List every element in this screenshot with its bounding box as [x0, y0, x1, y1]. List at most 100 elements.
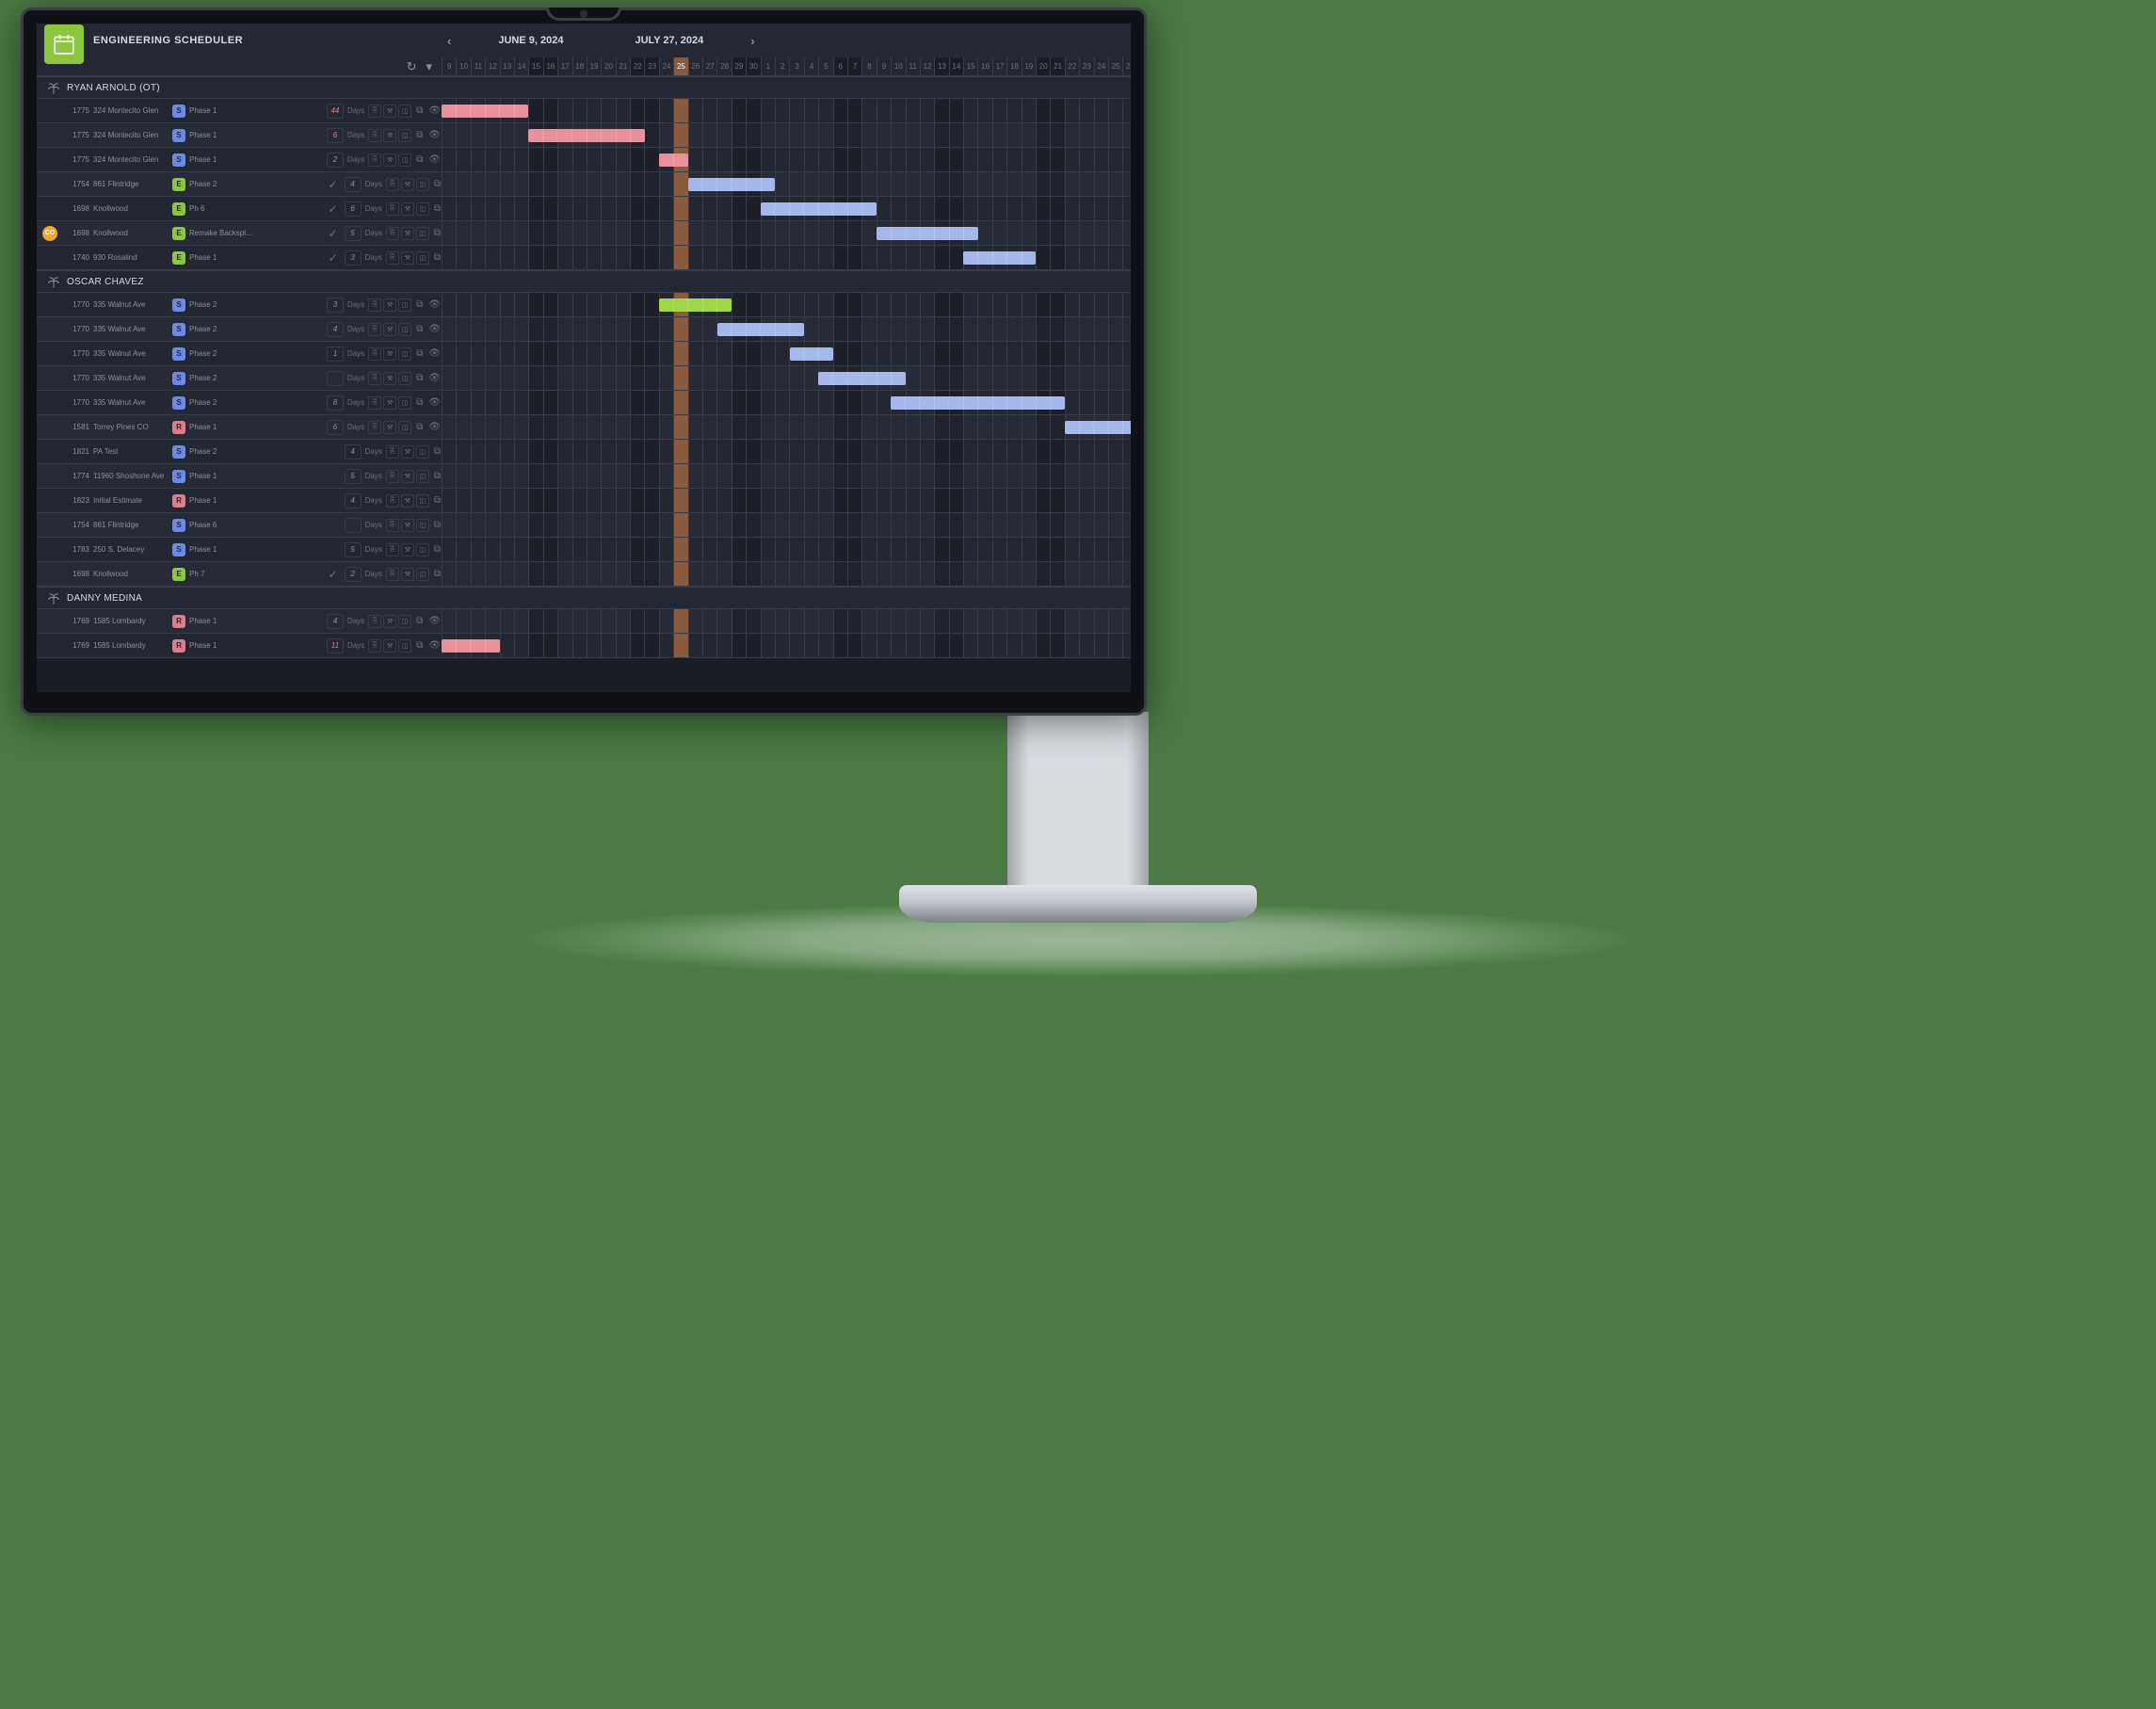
gantt-bar[interactable]: [659, 298, 732, 312]
day-header-cell[interactable]: 1: [761, 57, 775, 75]
link-icon[interactable]: ⧉: [433, 203, 442, 214]
note-icon[interactable]: ◫: [416, 178, 429, 191]
duration-box[interactable]: 4: [327, 322, 344, 337]
task-row-grid[interactable]: [442, 197, 1131, 220]
link-icon[interactable]: ⧉: [433, 569, 442, 579]
gantt-bar[interactable]: [963, 251, 1036, 265]
day-header-cell[interactable]: 22: [630, 57, 644, 75]
eye-icon[interactable]: 👁: [427, 299, 442, 310]
duration-box[interactable]: 4: [345, 177, 362, 192]
note-icon[interactable]: ◫: [416, 470, 429, 483]
duration-box[interactable]: 4: [327, 614, 344, 629]
tool-icon[interactable]: ⚒: [383, 372, 396, 385]
eye-icon[interactable]: 👁: [427, 130, 442, 140]
gantt-bar[interactable]: [717, 323, 804, 336]
gantt-bar[interactable]: [442, 639, 500, 653]
eye-icon[interactable]: 👁: [427, 348, 442, 359]
link-icon[interactable]: ⧉: [433, 228, 442, 238]
task-row[interactable]: 1770335 Walnut AveSPhase 2Days⎘⚒◫⧉👁: [37, 366, 1131, 391]
group-header[interactable]: DANNY MEDINA: [37, 587, 1131, 609]
day-header-cell[interactable]: 29: [732, 57, 746, 75]
gantt-bar[interactable]: [1065, 421, 1131, 434]
note-icon[interactable]: ◫: [398, 421, 411, 434]
copy-icon[interactable]: ⎘: [386, 519, 399, 532]
refresh-button[interactable]: ↻: [405, 57, 419, 76]
task-row-grid[interactable]: [442, 317, 1131, 341]
duration-box[interactable]: 4: [345, 444, 362, 459]
group-header[interactable]: RYAN ARNOLD (OT): [37, 76, 1131, 99]
copy-icon[interactable]: ⎘: [386, 494, 399, 508]
link-icon[interactable]: ⧉: [415, 397, 424, 408]
task-row[interactable]: 1775324 Montecito GlenSPhase 16Days⎘⚒◫⧉👁: [37, 123, 1131, 148]
copy-icon[interactable]: ⎘: [386, 445, 399, 459]
note-icon[interactable]: ◫: [398, 105, 411, 118]
duration-box[interactable]: 3: [327, 298, 344, 313]
day-header-cell[interactable]: 12: [920, 57, 934, 75]
task-row[interactable]: 177411960 Shoshone AveSPhase 15Days⎘⚒◫⧉: [37, 464, 1131, 489]
day-header-cell[interactable]: 26: [688, 57, 702, 75]
day-header-cell[interactable]: 14: [949, 57, 963, 75]
copy-icon[interactable]: ⎘: [386, 568, 399, 581]
gantt-bar[interactable]: [790, 347, 833, 361]
copy-icon[interactable]: ⎘: [368, 639, 381, 653]
tool-icon[interactable]: ⚒: [383, 615, 396, 628]
link-icon[interactable]: ⧉: [433, 179, 442, 189]
task-row-grid[interactable]: [442, 513, 1131, 537]
task-row-grid[interactable]: [442, 123, 1131, 147]
task-row-grid[interactable]: [442, 609, 1131, 633]
tool-icon[interactable]: ⚒: [383, 105, 396, 118]
copy-icon[interactable]: ⎘: [386, 178, 399, 191]
task-row[interactable]: 1698KnollwoodEPh 7✓2Days⎘⚒◫⧉: [37, 562, 1131, 587]
task-row[interactable]: 1770335 Walnut AveSPhase 23Days⎘⚒◫⧉👁: [37, 293, 1131, 317]
day-header-cell[interactable]: 5: [818, 57, 832, 75]
day-header-cell[interactable]: 10: [456, 57, 470, 75]
day-header-cell[interactable]: 25: [673, 57, 687, 75]
day-header-cell[interactable]: 24: [1094, 57, 1108, 75]
day-header-cell[interactable]: 23: [1079, 57, 1093, 75]
task-row-grid[interactable]: [442, 221, 1131, 245]
day-header-cell[interactable]: 16: [543, 57, 557, 75]
link-icon[interactable]: ⧉: [415, 640, 424, 651]
note-icon[interactable]: ◫: [398, 372, 411, 385]
task-row[interactable]: 1740930 RosalindEPhase 1✓3Days⎘⚒◫⧉: [37, 246, 1131, 270]
note-icon[interactable]: ◫: [416, 445, 429, 459]
day-header-cell[interactable]: 17: [557, 57, 571, 75]
day-header-cell[interactable]: 27: [702, 57, 716, 75]
app-logo[interactable]: [44, 24, 84, 64]
note-icon[interactable]: ◫: [398, 153, 411, 167]
task-row-grid[interactable]: [442, 634, 1131, 657]
eye-icon[interactable]: 👁: [427, 105, 442, 116]
duration-box[interactable]: 4: [345, 493, 362, 508]
note-icon[interactable]: ◫: [398, 639, 411, 653]
task-row[interactable]: 1754861 FlintridgeSPhase 6Days⎘⚒◫⧉: [37, 513, 1131, 538]
link-icon[interactable]: ⧉: [415, 373, 424, 383]
duration-box[interactable]: 2: [327, 153, 344, 168]
task-row-grid[interactable]: [442, 246, 1131, 269]
day-header-cell[interactable]: 23: [644, 57, 658, 75]
note-icon[interactable]: ◫: [416, 568, 429, 581]
link-icon[interactable]: ⧉: [433, 446, 442, 457]
day-header-cell[interactable]: 4: [804, 57, 818, 75]
task-row[interactable]: 1821PA TestSPhase 24Days⎘⚒◫⧉: [37, 440, 1131, 464]
tool-icon[interactable]: ⚒: [383, 347, 396, 361]
day-header-cell[interactable]: 9: [877, 57, 891, 75]
copy-icon[interactable]: ⎘: [368, 129, 381, 142]
task-row[interactable]: 1770335 Walnut AveSPhase 21Days⎘⚒◫⧉👁: [37, 342, 1131, 366]
tool-icon[interactable]: ⚒: [401, 251, 414, 265]
day-header-cell[interactable]: 19: [587, 57, 601, 75]
duration-box[interactable]: [327, 371, 344, 386]
task-row-grid[interactable]: [442, 391, 1131, 414]
link-icon[interactable]: ⧉: [415, 154, 424, 165]
gantt-bar[interactable]: [528, 129, 644, 142]
task-row[interactable]: 1775324 Montecito GlenSPhase 12Days⎘⚒◫⧉👁: [37, 148, 1131, 172]
link-icon[interactable]: ⧉: [415, 422, 424, 432]
task-row[interactable]: 1770335 Walnut AveSPhase 24Days⎘⚒◫⧉👁: [37, 317, 1131, 342]
copy-icon[interactable]: ⎘: [368, 615, 381, 628]
task-row-grid[interactable]: [442, 172, 1131, 196]
tool-icon[interactable]: ⚒: [401, 470, 414, 483]
group-header[interactable]: OSCAR CHAVEZ: [37, 270, 1131, 293]
eye-icon[interactable]: 👁: [427, 616, 442, 626]
link-icon[interactable]: ⧉: [415, 130, 424, 140]
day-header-cell[interactable]: 21: [1050, 57, 1064, 75]
task-row[interactable]: 17691585 LombardyRPhase 14Days⎘⚒◫⧉👁: [37, 609, 1131, 634]
